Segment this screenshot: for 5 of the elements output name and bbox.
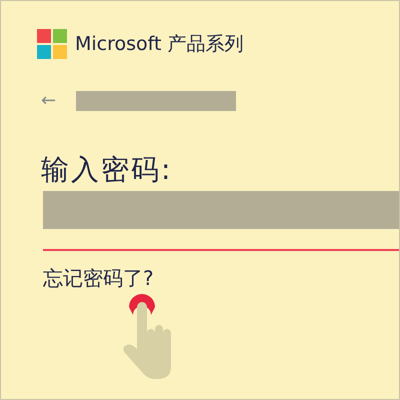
forgot-password-link[interactable]: 忘记密码了? bbox=[43, 263, 154, 293]
password-field[interactable] bbox=[43, 191, 399, 251]
microsoft-logo bbox=[37, 29, 67, 59]
password-heading: 输入密码: bbox=[41, 152, 174, 188]
brand-name: Microsoft 产品系列 bbox=[75, 32, 244, 57]
